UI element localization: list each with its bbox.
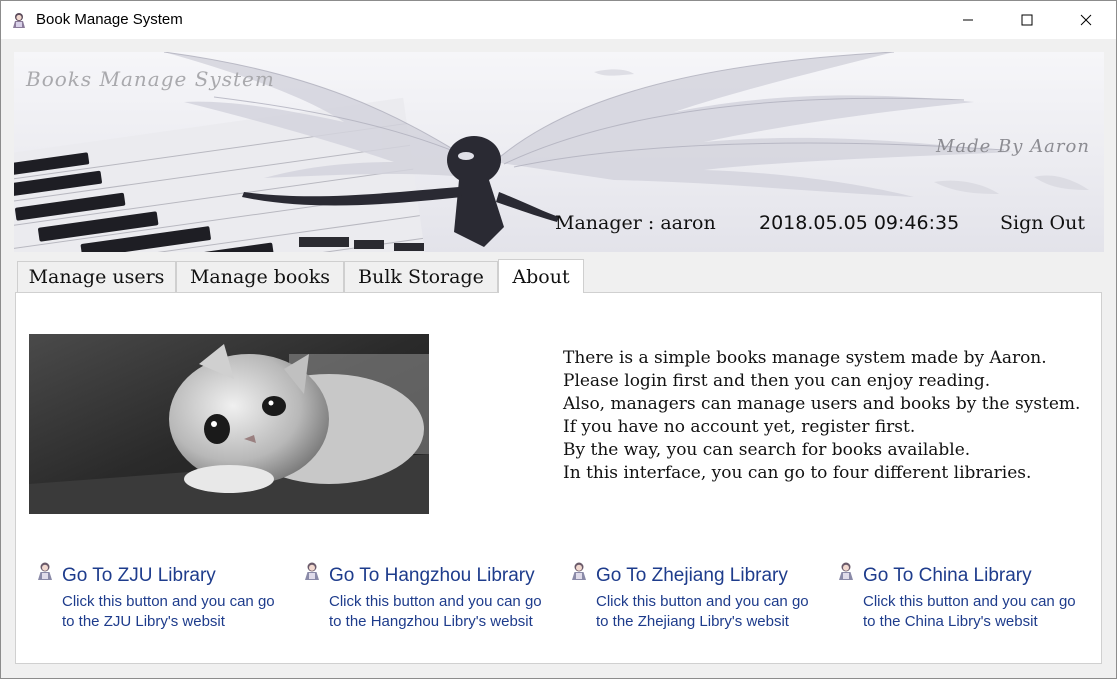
maximize-icon bbox=[1021, 14, 1033, 26]
about-line: By the way, you can search for books ava… bbox=[563, 440, 971, 460]
tab-about[interactable]: About bbox=[498, 259, 584, 293]
cat-photo bbox=[29, 334, 429, 514]
library-title: Go To Zhejiang Library bbox=[596, 565, 788, 586]
library-title: Go To Hangzhou Library bbox=[329, 565, 535, 586]
tab-bulk-storage[interactable]: Bulk Storage bbox=[344, 261, 498, 292]
library-description: Click this button and you can go to the … bbox=[62, 592, 292, 632]
library-desc-line: to the ZJU Libry's websit bbox=[62, 613, 225, 630]
library-desc-line: to the China Libry's websit bbox=[863, 613, 1038, 630]
minimize-icon bbox=[963, 19, 973, 21]
sign-out-button[interactable]: Sign Out bbox=[1000, 212, 1085, 234]
library-desc-line: Click this button and you can go bbox=[62, 593, 275, 610]
header-banner: Books Manage System Made By Aaron Manage… bbox=[14, 52, 1104, 252]
manager-label: Manager : aaron bbox=[555, 212, 716, 234]
library-description: Click this button and you can go to the … bbox=[863, 592, 1093, 632]
library-desc-line: Click this button and you can go bbox=[329, 593, 542, 610]
window-title: Book Manage System bbox=[36, 11, 183, 28]
close-button[interactable] bbox=[1063, 1, 1109, 39]
maximize-button[interactable] bbox=[1004, 1, 1050, 39]
character-icon bbox=[839, 562, 853, 580]
character-icon bbox=[38, 562, 52, 580]
library-description: Click this button and you can go to the … bbox=[596, 592, 826, 632]
datetime-display: 2018.05.05 09:46:35 bbox=[759, 212, 960, 234]
title-bar[interactable]: Book Manage System bbox=[1, 1, 1116, 39]
banner-made-by: Made By Aaron bbox=[936, 136, 1090, 157]
about-panel: There is a simple books manage system ma… bbox=[15, 292, 1102, 664]
about-line: If you have no account yet, register fir… bbox=[563, 417, 916, 437]
library-title: Go To China Library bbox=[863, 565, 1032, 586]
minimize-button[interactable] bbox=[945, 1, 991, 39]
library-desc-line: to the Hangzhou Libry's websit bbox=[329, 613, 533, 630]
close-icon bbox=[1080, 14, 1092, 26]
about-description: There is a simple books manage system ma… bbox=[563, 347, 1080, 485]
about-line: Please login first and then you can enjo… bbox=[563, 371, 991, 391]
character-icon bbox=[305, 562, 319, 580]
about-line: In this interface, you can go to four di… bbox=[563, 463, 1032, 483]
tab-manage-books[interactable]: Manage books bbox=[176, 261, 344, 292]
about-line: Also, managers can manage users and book… bbox=[563, 394, 1081, 414]
library-desc-line: to the Zhejiang Libry's websit bbox=[596, 613, 789, 630]
library-description: Click this button and you can go to the … bbox=[329, 592, 559, 632]
library-desc-line: Click this button and you can go bbox=[863, 593, 1076, 610]
library-desc-line: Click this button and you can go bbox=[596, 593, 809, 610]
banner-title: Books Manage System bbox=[26, 67, 275, 91]
about-line: There is a simple books manage system ma… bbox=[563, 348, 1047, 368]
character-icon bbox=[572, 562, 586, 580]
tab-manage-users[interactable]: Manage users bbox=[17, 261, 176, 292]
library-title: Go To ZJU Library bbox=[62, 565, 216, 586]
app-window: Book Manage System Books Manage System M… bbox=[0, 0, 1117, 679]
app-character-icon bbox=[13, 13, 25, 28]
